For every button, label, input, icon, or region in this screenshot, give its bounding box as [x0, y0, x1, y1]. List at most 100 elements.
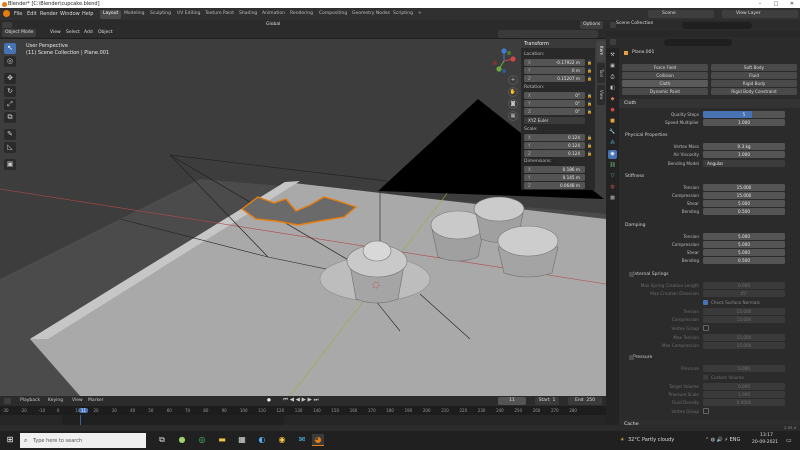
view-layer-selector[interactable]: View Layer: [722, 10, 798, 18]
internal-springs-checkbox[interactable]: [629, 272, 634, 277]
location-z-field[interactable]: Z 0.15207 m: [524, 75, 585, 82]
minimize-button[interactable]: –: [752, 0, 768, 8]
physical-properties-header[interactable]: Physical Properties: [623, 131, 669, 140]
transform-tool[interactable]: ⧉: [4, 112, 16, 123]
timeline-editor-icon[interactable]: [4, 398, 11, 404]
dimensions-x-field[interactable]: X 0.186 m: [524, 166, 585, 173]
stiffness-shear-field[interactable]: 5.000: [703, 200, 785, 207]
modifier-tab-icon[interactable]: 🔧: [608, 128, 617, 137]
data-tab-icon[interactable]: ▽: [608, 172, 617, 181]
select-box-tool[interactable]: ↖: [4, 43, 16, 54]
render-tab-icon[interactable]: ▣: [608, 62, 617, 71]
scale-z-field[interactable]: Z 0.124: [524, 150, 585, 157]
texture-tab-icon[interactable]: ▩: [608, 194, 617, 203]
max-compression-field[interactable]: 15.000: [703, 342, 785, 349]
workspace-tab-uv-editing[interactable]: UV Editing: [174, 10, 203, 19]
record-icon[interactable]: ●: [267, 398, 271, 403]
lock-icon[interactable]: 🔒: [587, 143, 592, 148]
dynamic-paint-button[interactable]: Dynamic Paint: [622, 88, 708, 95]
location-x-field[interactable]: X -0.17922 m: [524, 59, 585, 66]
damping-header[interactable]: Damping: [623, 221, 647, 230]
max-tension-field[interactable]: 15.000: [703, 334, 785, 341]
timeline-menu-marker[interactable]: Marker: [88, 398, 104, 403]
menu-help[interactable]: Help: [82, 11, 93, 17]
output-tab-icon[interactable]: ⎙: [608, 73, 617, 82]
sidebar-tab-tool[interactable]: Tool: [597, 63, 605, 83]
properties-search[interactable]: [664, 39, 732, 46]
workspace-tab-modeling[interactable]: Modeling: [121, 10, 147, 19]
transform-orientation[interactable]: Global: [258, 21, 338, 28]
damping-shear-field[interactable]: 5.000: [703, 249, 785, 256]
spring-compression-field[interactable]: 15.000: [703, 316, 785, 323]
speed-multiplier-field[interactable]: 1.000: [703, 119, 785, 126]
scene-tab-icon[interactable]: ◆: [608, 95, 617, 104]
stiffness-tension-field[interactable]: 15.000: [703, 184, 785, 191]
object-mode-dropdown[interactable]: Object Mode: [2, 29, 37, 37]
chrome-icon[interactable]: ◉: [276, 434, 288, 446]
pan-hand-icon[interactable]: ✋: [508, 87, 518, 97]
timeline-menu-view[interactable]: View: [72, 398, 83, 403]
damping-tension-field[interactable]: 5.000: [703, 233, 785, 240]
workspace-tab-compositing[interactable]: Compositing: [316, 10, 350, 19]
rotation-x-field[interactable]: X 0°: [524, 92, 585, 99]
vertex-mass-field[interactable]: 0.3 kg: [703, 143, 785, 150]
timeline-menu-playback[interactable]: Playback: [20, 398, 40, 403]
move-tool[interactable]: ✥: [4, 73, 16, 84]
tool-tab-icon[interactable]: ⚒: [608, 51, 617, 60]
quality-steps-field[interactable]: 5: [703, 111, 785, 118]
object-tab-icon[interactable]: ■: [608, 117, 617, 126]
close-window-button[interactable]: ✕: [784, 0, 800, 8]
options-dropdown[interactable]: Options: [580, 21, 604, 29]
file-explorer-icon[interactable]: ▬: [216, 434, 228, 446]
cloth-button[interactable]: Cloth: [622, 80, 708, 87]
pressure-field[interactable]: 0.000: [703, 365, 785, 372]
soft-body-button[interactable]: Soft Body: [711, 64, 797, 71]
location-y-field[interactable]: Y0 m: [524, 67, 585, 74]
rotation-z-field[interactable]: Z 0°: [524, 108, 585, 115]
scene-collection-item[interactable]: Scene Collection: [616, 21, 653, 26]
fluid-button[interactable]: Fluid: [711, 72, 797, 79]
spotify-icon[interactable]: ●: [176, 434, 188, 446]
target-volume-field[interactable]: 0.000: [703, 383, 785, 390]
workspace-tab-sculpting[interactable]: Sculpting: [147, 10, 174, 19]
rotation-mode-dropdown[interactable]: XYZ Euler: [524, 117, 585, 124]
clock-time[interactable]: 13:17: [760, 433, 773, 438]
viewport-menu-add[interactable]: Add: [84, 30, 93, 35]
stiffness-header[interactable]: Stiffness: [623, 172, 646, 181]
menu-window[interactable]: Window: [60, 11, 80, 17]
timeline-ruler[interactable]: -30 -20 -10 0 10 11 20 30 40 50 60 70 80 90 100 110 120 1…: [0, 406, 606, 415]
fluid-density-field[interactable]: 0.0000: [703, 399, 785, 406]
physics-tab-icon[interactable]: ◉: [608, 150, 617, 159]
max-creation-diversion-field[interactable]: 45°: [703, 290, 785, 297]
damping-compression-field[interactable]: 5.000: [703, 241, 785, 248]
menu-edit[interactable]: Edit: [27, 11, 37, 17]
navigation-gizmo[interactable]: [490, 47, 518, 75]
lock-icon[interactable]: 🔒: [587, 151, 592, 156]
spring-tension-field[interactable]: 15.000: [703, 308, 785, 315]
shading-controls[interactable]: [498, 30, 598, 38]
vertex-group-icon[interactable]: [703, 325, 709, 331]
lock-icon[interactable]: 🔒: [587, 93, 592, 98]
3d-viewport[interactable]: User Perspective (11) Scene Collection |…: [0, 39, 606, 396]
viewport-menu-view[interactable]: View: [50, 30, 61, 35]
rotate-tool[interactable]: ↻: [4, 86, 16, 97]
rigid-body-button[interactable]: Rigid Body: [711, 80, 797, 87]
taskbar-search[interactable]: ⌕ Type here to search: [20, 433, 146, 448]
lock-icon[interactable]: 🔒: [587, 68, 592, 73]
cloth-section-header[interactable]: Cloth: [619, 99, 800, 108]
measure-tool[interactable]: ◺: [4, 142, 16, 153]
pressure-checkbox[interactable]: [629, 355, 634, 360]
material-tab-icon[interactable]: ◍: [608, 183, 617, 192]
lock-icon[interactable]: 🔒: [587, 60, 592, 65]
zoom-icon[interactable]: +: [508, 75, 518, 85]
properties-type-icon[interactable]: [610, 39, 616, 45]
perspective-grid-icon[interactable]: ▦: [508, 111, 518, 121]
scale-y-field[interactable]: Y 0.124: [524, 142, 585, 149]
camera-view-icon[interactable]: ◙: [508, 99, 518, 109]
viewport-menu-object[interactable]: Object: [98, 30, 113, 35]
weather-label[interactable]: 32°C Partly cloudy: [628, 437, 674, 443]
workspace-tab-texture-paint[interactable]: Texture Paint: [202, 10, 237, 19]
scale-x-field[interactable]: X 0.124: [524, 134, 585, 141]
scene-selector[interactable]: Scene: [648, 10, 714, 18]
force-field-button[interactable]: Force Field: [622, 64, 708, 71]
